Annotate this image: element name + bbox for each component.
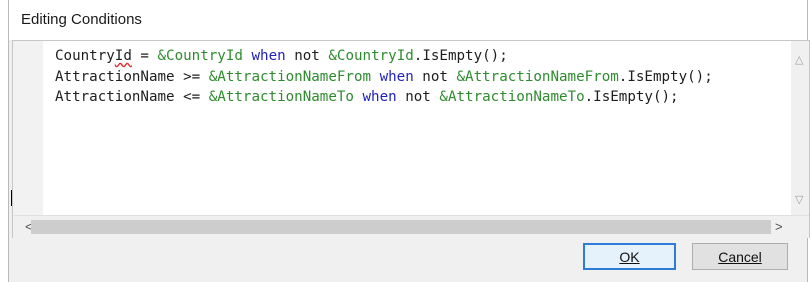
code-token: AttractionName <= — [55, 89, 209, 105]
cancel-button-label: Cancel — [718, 248, 762, 265]
code-token: not — [396, 89, 440, 105]
code-token: AttractionName >= — [55, 68, 209, 85]
code-line: AttractionName <= &AttractionNameTo when… — [55, 87, 713, 108]
variable-token: &CountryId — [328, 48, 414, 64]
text-caret — [11, 190, 12, 206]
dialog-title: Editing Conditions — [21, 11, 142, 28]
cancel-button[interactable]: Cancel — [692, 243, 788, 270]
ok-button-label: OK — [619, 248, 640, 265]
chevron-up-icon[interactable]: △ — [795, 53, 803, 66]
code-token: Country — [55, 48, 115, 64]
editor-gutter — [13, 41, 43, 215]
code-line: AttractionName >= &AttractionNameFrom wh… — [55, 67, 713, 88]
code-token: .IsEmpty(); — [413, 48, 508, 64]
code-token: .IsEmpty(); — [584, 89, 679, 105]
code-token: not — [413, 68, 457, 85]
dialog-titlebar: Editing Conditions — [9, 0, 807, 40]
vertical-scrollbar[interactable]: △ ▽ — [791, 41, 809, 215]
conditions-code-editor[interactable]: CountryId = &CountryId when not &Country… — [12, 40, 810, 238]
error-token: Id — [114, 48, 132, 64]
code-line: CountryId = &CountryId when not &Country… — [55, 46, 713, 67]
code-token: = — [131, 48, 158, 64]
keyword-token: when — [379, 68, 414, 85]
horizontal-scrollbar[interactable]: < > — [13, 215, 809, 238]
variable-token: &CountryId — [157, 48, 243, 64]
code-token: .IsEmpty(); — [618, 68, 713, 85]
variable-token: &AttractionNameTo — [439, 89, 585, 105]
keyword-token: when — [362, 89, 397, 105]
variable-token: &AttractionNameFrom — [208, 68, 372, 85]
variable-token: &AttractionNameFrom — [456, 68, 619, 85]
chevron-down-icon[interactable]: ▽ — [795, 193, 803, 206]
editing-conditions-dialog: Editing Conditions CountryId = &CountryI… — [8, 0, 810, 282]
code-token: not — [285, 48, 329, 64]
horizontal-scroll-thumb[interactable] — [31, 220, 771, 234]
keyword-token: when — [251, 48, 286, 64]
code-text-area[interactable]: CountryId = &CountryId when not &Country… — [55, 46, 713, 108]
ok-button[interactable]: OK — [583, 243, 676, 270]
chevron-right-icon[interactable]: > — [775, 219, 783, 234]
variable-token: &AttractionNameTo — [208, 89, 354, 105]
